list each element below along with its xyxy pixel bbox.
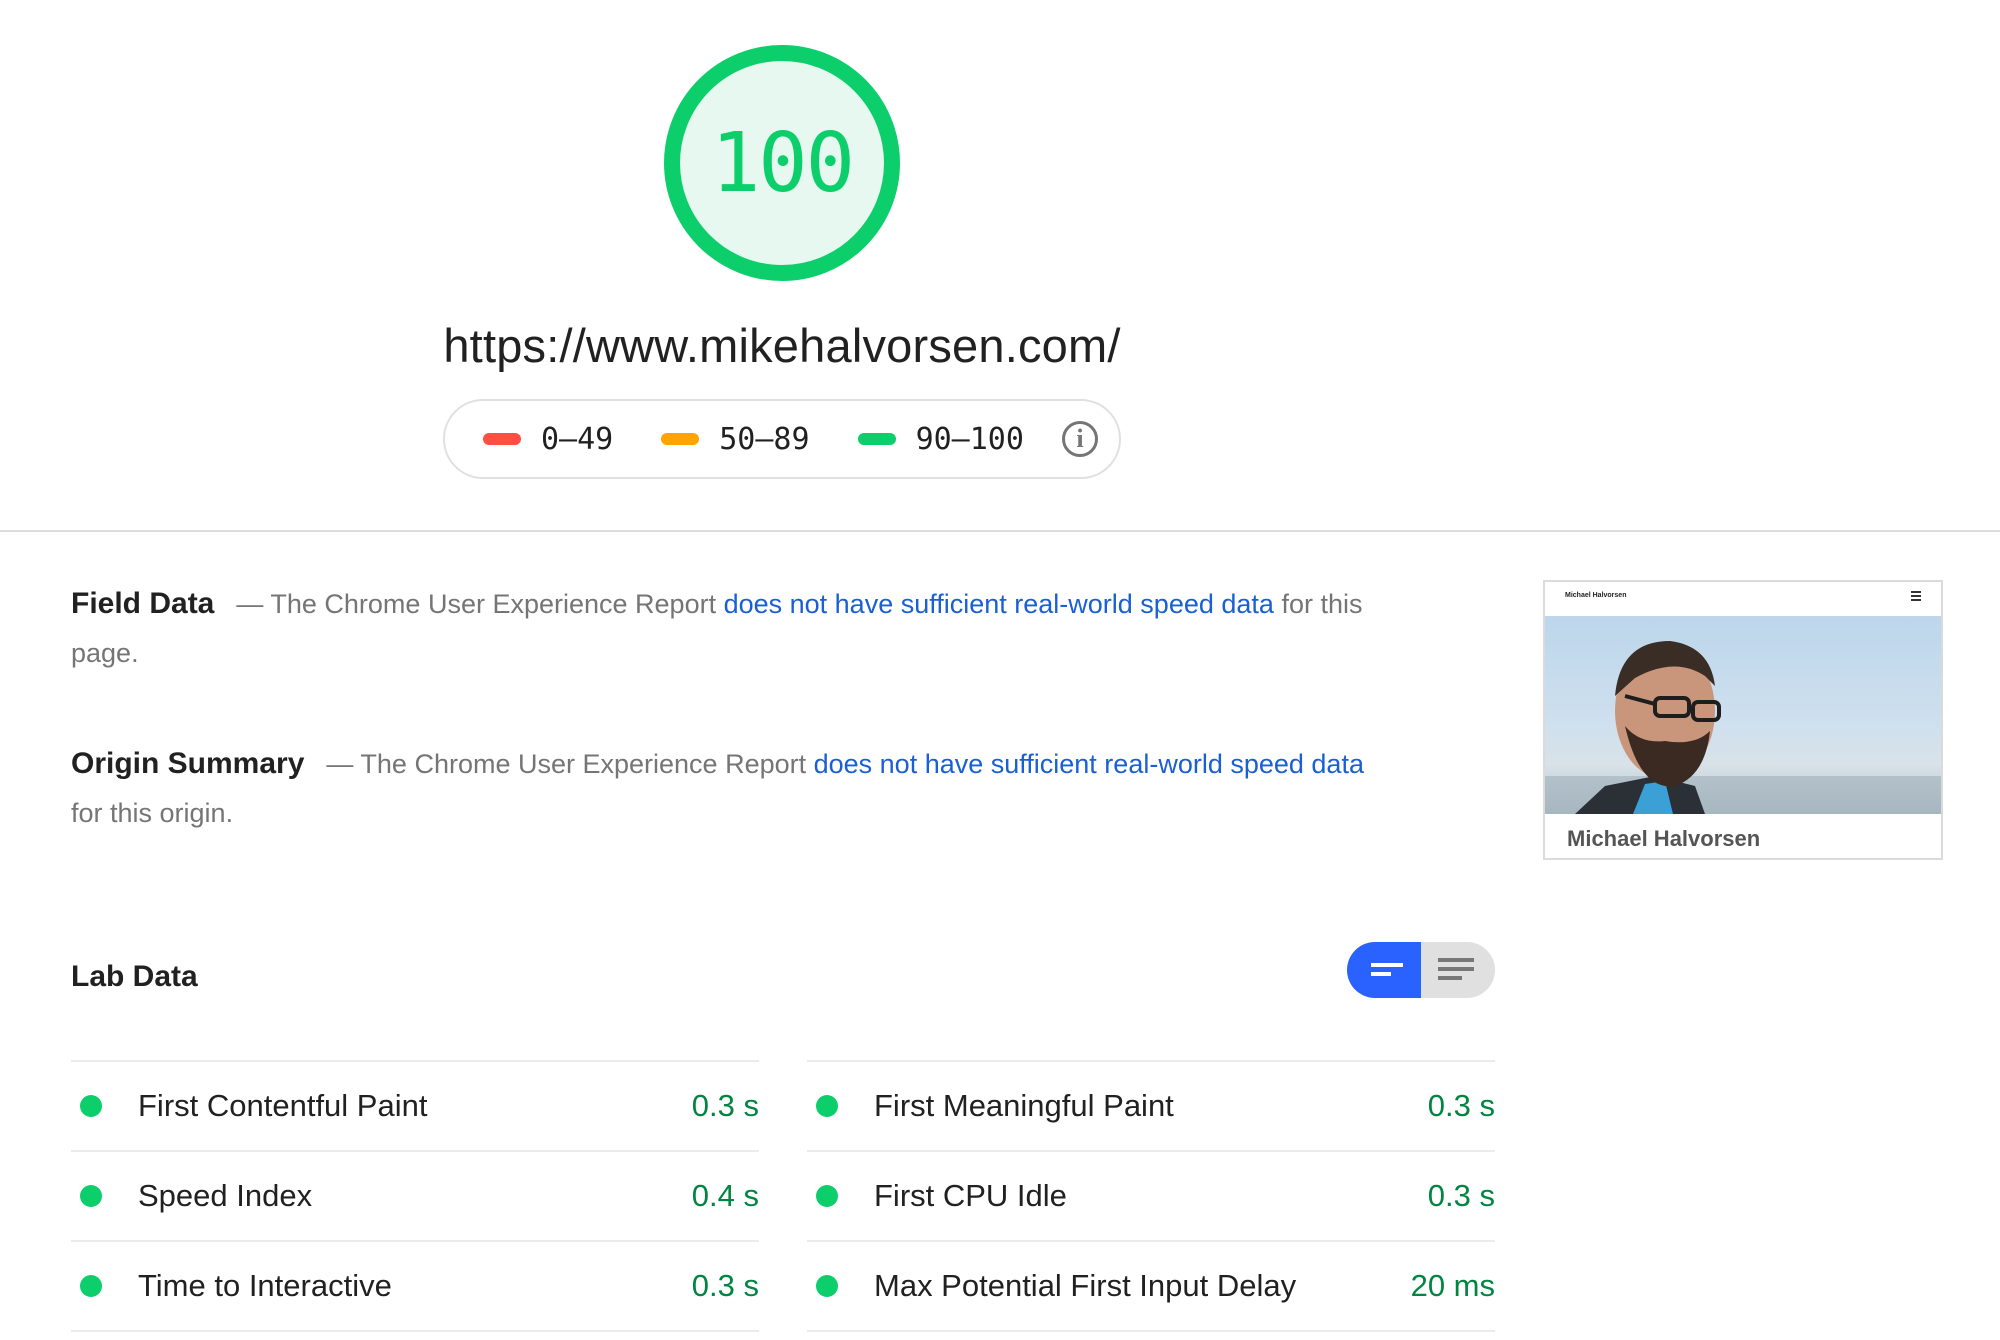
pass-status-icon	[80, 1185, 102, 1207]
metric-row: First Contentful Paint 0.3 s	[71, 1060, 759, 1150]
metric-label: First CPU Idle	[874, 1178, 1067, 1213]
summary-view-icon	[1371, 963, 1403, 967]
metric-value: 0.3 s	[691, 1088, 759, 1123]
field-data-prefix: — The Chrome User Experience Report	[236, 589, 724, 619]
lab-data-title: Lab Data	[71, 960, 198, 993]
section-divider	[0, 530, 2000, 532]
thumbnail-caption: Michael Halvorsen	[1567, 826, 1761, 851]
pass-status-icon	[80, 1095, 102, 1117]
origin-summary-link[interactable]: does not have sufficient real-world spee…	[814, 749, 1364, 779]
metrics-column-right: First Meaningful Paint 0.3 s First CPU I…	[807, 1060, 1495, 1332]
field-data-title: Field Data	[71, 587, 215, 620]
legend-label: 50–89	[719, 421, 810, 457]
metric-row: First CPU Idle 0.3 s	[807, 1150, 1495, 1240]
summary-view-button[interactable]	[1347, 942, 1421, 998]
page-screenshot-thumbnail: Michael Halvorsen Michael Halvorsen	[1543, 580, 1943, 860]
legend-label: 90–100	[915, 421, 1024, 457]
metric-label: Speed Index	[138, 1178, 313, 1213]
metric-label: Max Potential First Input Delay	[874, 1268, 1297, 1303]
info-icon[interactable]: i	[1061, 421, 1098, 457]
metric-value: 0.3 s	[1427, 1088, 1495, 1123]
origin-summary-section: Origin Summary — The Chrome User Experien…	[71, 739, 1371, 838]
pass-status-icon	[816, 1275, 838, 1297]
summary-view-icon-bar	[1371, 972, 1391, 976]
metric-row: Time to Interactive 0.3 s	[71, 1240, 759, 1332]
field-data-link[interactable]: does not have sufficient real-world spee…	[724, 589, 1274, 619]
metric-row: Speed Index 0.4 s	[71, 1150, 759, 1240]
metric-value: 0.3 s	[691, 1268, 759, 1303]
view-toggle[interactable]	[1347, 942, 1495, 998]
score-legend: 0–49 50–89 90–100 i	[443, 399, 1121, 479]
legend-label: 0–49	[541, 421, 614, 457]
metric-value: 0.4 s	[691, 1178, 759, 1213]
origin-summary-suffix: for this origin.	[71, 798, 234, 828]
metrics-column-left: First Contentful Paint 0.3 s Speed Index…	[71, 1060, 759, 1332]
origin-summary-prefix: — The Chrome User Experience Report	[326, 749, 814, 779]
pass-status-icon	[816, 1185, 838, 1207]
pass-status-icon	[816, 1095, 838, 1117]
metric-row: First Meaningful Paint 0.3 s	[807, 1060, 1495, 1150]
thumbnail-site-title: Michael Halvorsen	[1565, 592, 1627, 599]
field-data-section: Field Data — The Chrome User Experience R…	[71, 579, 1371, 678]
legend-item-fail: 0–49	[483, 422, 613, 457]
detail-view-icon-bar	[1438, 967, 1474, 971]
hamburger-icon	[1911, 591, 1921, 603]
detail-view-button[interactable]	[1421, 942, 1495, 998]
legend-item-pass: 90–100	[857, 421, 1024, 457]
thumbnail-header: Michael Halvorsen	[1545, 582, 1941, 616]
performance-score: 100	[710, 115, 855, 211]
portrait-illustration	[1545, 641, 1941, 814]
legend-swatch-orange	[661, 433, 700, 445]
origin-summary-title: Origin Summary	[71, 747, 305, 780]
metric-label: Time to Interactive	[138, 1268, 392, 1303]
metric-value: 0.3 s	[1427, 1178, 1495, 1213]
metric-label: First Meaningful Paint	[874, 1088, 1174, 1123]
detail-view-icon	[1438, 958, 1474, 962]
metric-value: 20 ms	[1410, 1268, 1495, 1303]
tested-url: https://www.mikehalvorsen.com/	[443, 319, 1121, 372]
pass-status-icon	[80, 1275, 102, 1297]
metric-row: Max Potential First Input Delay 20 ms	[807, 1240, 1495, 1332]
legend-item-average: 50–89	[661, 421, 810, 457]
metric-label: First Contentful Paint	[138, 1088, 428, 1123]
thumbnail-hero-photo	[1545, 616, 1941, 814]
legend-swatch-red	[483, 433, 521, 445]
detail-view-icon-bar	[1438, 976, 1462, 980]
legend-swatch-green	[857, 433, 896, 445]
